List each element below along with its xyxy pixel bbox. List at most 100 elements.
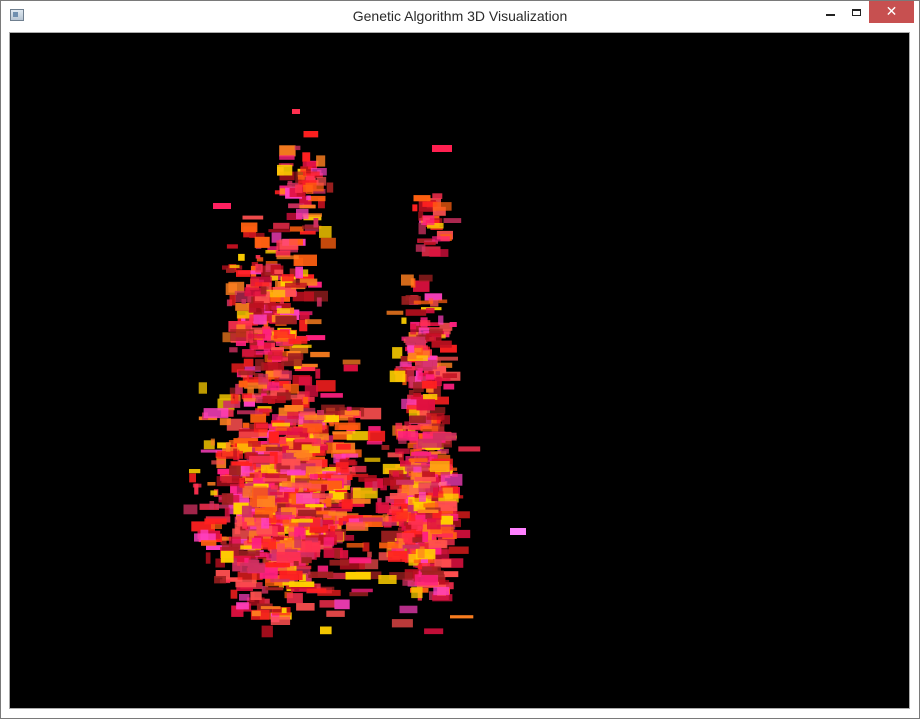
population-individual (425, 333, 442, 342)
population-individual (248, 333, 266, 339)
population-individual (433, 487, 438, 497)
population-individual (334, 422, 361, 431)
population-individual (424, 628, 444, 635)
population-individual (375, 502, 390, 513)
population-individual (435, 371, 440, 376)
population-individual (443, 383, 455, 390)
population-individual (261, 362, 285, 371)
population-individual (255, 255, 261, 259)
population-individual (420, 425, 439, 432)
title-bar[interactable]: Genetic Algorithm 3D Visualization ✕ (1, 1, 919, 31)
population-individual (305, 466, 322, 474)
population-individual (426, 388, 434, 393)
population-individual (279, 155, 295, 160)
population-individual (421, 381, 437, 389)
population-individual (411, 451, 432, 456)
close-button[interactable]: ✕ (869, 1, 914, 23)
population-individual (303, 171, 320, 176)
population-individual (226, 268, 235, 273)
population-individual (416, 399, 435, 411)
population-individual (239, 478, 245, 488)
population-individual (424, 293, 443, 301)
population-individual (336, 443, 351, 450)
population-individual (417, 509, 439, 513)
population-individual (443, 218, 462, 223)
population-individual (321, 484, 327, 491)
population-individual (210, 490, 218, 496)
population-individual (299, 312, 310, 320)
population-individual (402, 544, 420, 549)
population-individual (316, 297, 322, 307)
population-individual (305, 540, 312, 552)
population-individual (349, 557, 372, 564)
population-individual (219, 394, 233, 400)
population-individual (367, 551, 372, 558)
population-individual (274, 377, 280, 383)
minimize-icon (825, 14, 835, 16)
population-individual (235, 303, 250, 311)
population-individual (260, 286, 267, 295)
population-individual (242, 215, 264, 220)
population-individual (253, 422, 268, 433)
population-individual (380, 485, 387, 491)
population-individual (198, 382, 207, 394)
population-individual (288, 334, 296, 344)
population-individual (233, 448, 238, 461)
population-individual (216, 476, 241, 487)
population-individual (250, 591, 262, 600)
population-individual (386, 310, 404, 315)
population-individual (343, 364, 358, 372)
population-individual (298, 376, 313, 386)
population-individual (313, 218, 319, 228)
population-individual (359, 517, 385, 522)
population-individual (304, 385, 319, 397)
population-individual (349, 592, 369, 597)
population-cloud-canvas[interactable] (10, 33, 909, 708)
population-individual (183, 504, 198, 515)
population-individual (302, 161, 317, 167)
population-individual (237, 410, 263, 415)
population-individual (286, 593, 303, 604)
population-individual (352, 465, 367, 473)
population-individual (243, 358, 254, 367)
population-individual (423, 394, 438, 400)
minimize-button[interactable] (817, 1, 843, 23)
population-individual (441, 334, 446, 339)
population-individual (440, 473, 463, 486)
population-individual (261, 538, 276, 550)
population-individual (273, 369, 282, 377)
population-individual (367, 430, 386, 442)
population-individual (286, 527, 295, 532)
population-individual (413, 466, 422, 473)
population-individual (221, 493, 234, 505)
population-individual (207, 482, 216, 486)
population-individual (409, 415, 426, 423)
population-individual (258, 373, 269, 385)
population-individual (192, 483, 202, 488)
population-individual (308, 571, 334, 578)
population-individual (346, 406, 352, 411)
population-individual (254, 472, 261, 481)
population-individual (426, 307, 435, 314)
population-individual (240, 562, 265, 573)
population-individual (381, 445, 390, 450)
population-individual (276, 308, 291, 314)
population-individual (226, 244, 238, 249)
population-individual (321, 404, 345, 415)
population-individual (398, 438, 407, 444)
population-individual (420, 320, 431, 327)
maximize-button[interactable] (843, 1, 869, 23)
population-individual (388, 551, 408, 562)
population-individual (372, 481, 378, 491)
population-individual (265, 562, 290, 568)
population-individual (234, 550, 260, 556)
population-individual (258, 408, 273, 413)
population-individual (305, 319, 322, 325)
population-individual (296, 603, 315, 611)
population-individual (382, 514, 389, 522)
population-individual (273, 330, 289, 339)
population-individual (224, 507, 230, 517)
visualization-viewport[interactable] (9, 32, 910, 709)
population-individual (316, 380, 336, 392)
population-individual (241, 505, 252, 518)
